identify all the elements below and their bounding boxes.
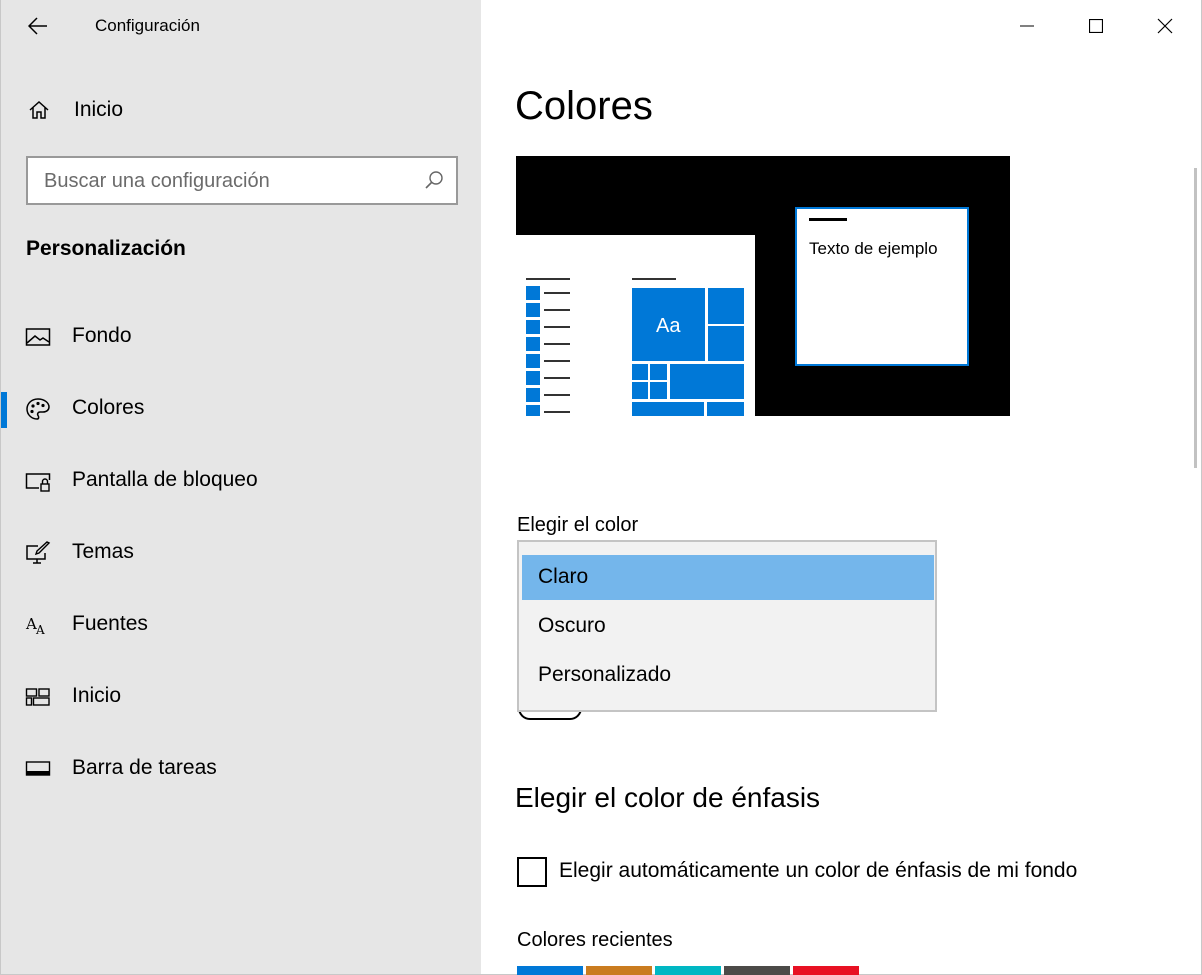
dropdown-option-personalizado[interactable]: Personalizado xyxy=(522,653,934,698)
auto-accent-checkbox-row[interactable]: Elegir automáticamente un color de énfas… xyxy=(517,855,1157,889)
app-title: Configuración xyxy=(95,16,200,35)
scrollbar-thumb[interactable] xyxy=(1194,168,1197,468)
preview-list-line xyxy=(544,309,570,311)
preview-list-tile xyxy=(526,371,540,385)
start-icon xyxy=(25,688,50,706)
sidebar-item-barra-de-tareas[interactable]: Barra de tareas xyxy=(1,742,482,798)
choose-color-dropdown[interactable]: Claro Oscuro Personalizado xyxy=(517,540,937,712)
dropdown-option-oscuro[interactable]: Oscuro xyxy=(522,604,934,649)
search-box[interactable] xyxy=(26,156,458,205)
preview-tile xyxy=(708,288,744,324)
preview-list-line xyxy=(544,411,570,413)
preview-tile xyxy=(632,382,648,399)
dropdown-option-claro[interactable]: Claro xyxy=(522,555,934,600)
preview-list-line xyxy=(544,394,570,396)
recent-color-swatch[interactable] xyxy=(724,966,790,975)
choose-color-label: Elegir el color xyxy=(517,514,639,536)
sidebar-item-label: Inicio xyxy=(72,684,122,707)
dropdown-option-label: Oscuro xyxy=(538,614,606,637)
sidebar-item-label: Fuentes xyxy=(72,612,148,635)
preview-tile xyxy=(632,364,648,380)
preview-list-line xyxy=(544,377,570,379)
preview-list-tile xyxy=(526,320,540,334)
dropdown-option-label: Claro xyxy=(538,565,589,588)
preview-list-line xyxy=(544,292,570,294)
preview-window-bar xyxy=(809,218,847,221)
maximize-button[interactable] xyxy=(1062,0,1130,52)
preview-list-tile xyxy=(526,388,540,402)
recent-color-swatch[interactable] xyxy=(586,966,652,975)
preview-list-tile xyxy=(526,337,540,351)
preview-list-line xyxy=(544,343,570,345)
preview-list-tile xyxy=(526,354,540,368)
sidebar-home-label: Inicio xyxy=(74,98,124,121)
preview-group-line xyxy=(632,278,676,280)
search-icon[interactable] xyxy=(424,170,444,190)
close-icon xyxy=(1157,18,1173,34)
picture-icon xyxy=(25,328,51,346)
auto-accent-label: Elegir automáticamente un color de énfas… xyxy=(559,859,1078,882)
accent-section-title: Elegir el color de énfasis xyxy=(515,782,821,813)
preview-wide-tile xyxy=(670,364,744,399)
sidebar-item-colores[interactable]: Colores xyxy=(1,382,482,438)
preview-tile xyxy=(650,364,667,380)
sidebar-item-label: Temas xyxy=(72,540,134,563)
theme-preview: Aa Texto de ejemplo xyxy=(516,156,1010,416)
home-icon xyxy=(29,100,49,119)
preview-list-tile xyxy=(526,303,540,317)
sidebar-home[interactable]: Inicio xyxy=(1,86,482,134)
maximize-icon xyxy=(1089,19,1103,33)
minimize-button[interactable] xyxy=(993,0,1061,52)
preview-list-tile xyxy=(526,286,540,300)
auto-accent-checkbox[interactable] xyxy=(517,857,547,887)
dropdown-option-label: Personalizado xyxy=(538,663,672,686)
font-icon: A A xyxy=(25,615,45,637)
recent-color-swatch[interactable] xyxy=(517,966,583,975)
page-title: Colores xyxy=(515,84,653,128)
preview-list-line xyxy=(544,360,570,362)
svg-text:A: A xyxy=(35,623,45,637)
preview-large-tile: Aa xyxy=(632,288,705,361)
preview-tile xyxy=(708,326,744,361)
sidebar-item-pantalla-de-bloqueo[interactable]: Pantalla de bloqueo xyxy=(1,454,482,510)
sidebar-item-temas[interactable]: Temas xyxy=(1,526,482,582)
preview-list-line xyxy=(526,278,570,280)
sidebar-item-label: Fondo xyxy=(72,324,132,347)
preview-tile-text: Aa xyxy=(656,315,681,337)
back-arrow-icon xyxy=(28,17,47,35)
preview-tile xyxy=(707,402,744,416)
lock-screen-icon xyxy=(25,473,51,492)
section-title: Personalización xyxy=(26,237,186,260)
preview-tile xyxy=(632,402,704,416)
sidebar-item-label: Barra de tareas xyxy=(72,756,217,779)
sidebar-item-fuentes[interactable]: A A Fuentes xyxy=(1,598,482,654)
minimize-icon xyxy=(1020,25,1034,27)
preview-list-tile xyxy=(526,405,540,416)
sidebar-item-inicio[interactable]: Inicio xyxy=(1,670,482,726)
title-bar-left: Configuración xyxy=(1,0,482,52)
preview-sample-text: Texto de ejemplo xyxy=(809,239,938,258)
recent-color-swatch[interactable] xyxy=(655,966,721,975)
search-input[interactable] xyxy=(44,166,404,196)
close-button[interactable] xyxy=(1131,0,1199,52)
main-content: Colores Aa Texto de ejemplo Elegir el co… xyxy=(481,0,1202,975)
recent-color-swatch[interactable] xyxy=(793,966,859,975)
sidebar-item-label: Colores xyxy=(72,396,145,419)
preview-list-line xyxy=(544,326,570,328)
brush-icon xyxy=(26,541,51,564)
sidebar-item-fondo[interactable]: Fondo xyxy=(1,310,482,366)
preview-sample-window: Texto de ejemplo xyxy=(795,207,969,366)
palette-icon xyxy=(26,398,50,420)
recent-colors-label: Colores recientes xyxy=(517,929,673,951)
sidebar-item-label: Pantalla de bloqueo xyxy=(72,468,258,491)
sidebar: Configuración Inicio Personalización Fon… xyxy=(0,0,481,975)
taskbar-icon xyxy=(25,761,51,776)
back-button[interactable] xyxy=(21,10,55,42)
preview-tile xyxy=(650,382,667,399)
